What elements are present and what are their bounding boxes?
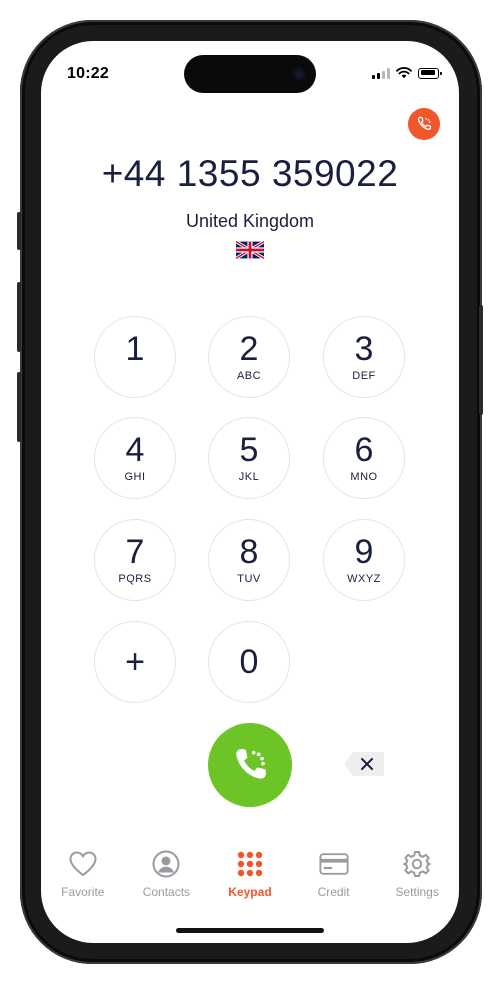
key-7[interactable]: 7 PQRS (94, 519, 176, 601)
battery-icon (418, 67, 442, 79)
wifi-icon (396, 67, 412, 79)
dynamic-island (184, 55, 316, 93)
tab-keypad[interactable]: Keypad (208, 849, 292, 909)
key-0[interactable]: 0 (208, 621, 290, 703)
cellular-signal-icon (372, 67, 390, 79)
uk-flag-icon (236, 241, 264, 259)
tab-label: Favorite (61, 885, 105, 899)
status-time: 10:22 (67, 65, 109, 82)
heart-icon (69, 851, 97, 877)
key-plus[interactable]: + (94, 621, 176, 703)
action-button (17, 212, 21, 250)
key-3[interactable]: 3 DEF (323, 316, 405, 398)
phone-number-display: +44 1355 359022 (101, 153, 399, 194)
status-icons (372, 67, 442, 79)
phone-call-icon (236, 749, 266, 779)
person-icon (152, 850, 180, 878)
backspace-button[interactable] (343, 751, 385, 777)
call-button[interactable] (208, 723, 292, 807)
key-5[interactable]: 5 JKL (208, 417, 290, 499)
tab-bar: Favorite Contacts Keypad Credit Settings (41, 849, 459, 909)
tab-credit[interactable]: Credit (292, 849, 376, 909)
key-6[interactable]: 6 MNO (323, 417, 405, 499)
gear-icon (403, 851, 431, 877)
home-indicator (176, 928, 324, 933)
country-name: United Kingdom (185, 211, 315, 231)
volume-up-button (17, 282, 21, 352)
key-1[interactable]: 1 (94, 316, 176, 398)
key-2[interactable]: 2 ABC (208, 316, 290, 398)
tab-label: Contacts (142, 885, 191, 899)
tab-contacts[interactable]: Contacts (125, 849, 209, 909)
card-icon (319, 853, 349, 875)
tab-label: Settings (395, 885, 439, 899)
key-4[interactable]: 4 GHI (94, 417, 176, 499)
key-8[interactable]: 8 TUV (208, 519, 290, 601)
tab-settings[interactable]: Settings (375, 849, 459, 909)
camera-icon (292, 67, 306, 81)
power-button (479, 305, 483, 415)
keypad-icon (237, 851, 263, 877)
key-9[interactable]: 9 WXYZ (323, 519, 405, 601)
call-support-button[interactable] (408, 108, 440, 140)
phone-support-icon (417, 116, 432, 131)
tab-label: Credit (317, 885, 350, 899)
tab-label: Keypad (228, 885, 272, 899)
screen: 10:22 +44 1355 359022 United Kingdom 1 2… (41, 41, 459, 943)
volume-down-button (17, 372, 21, 442)
tab-favorite[interactable]: Favorite (41, 849, 125, 909)
